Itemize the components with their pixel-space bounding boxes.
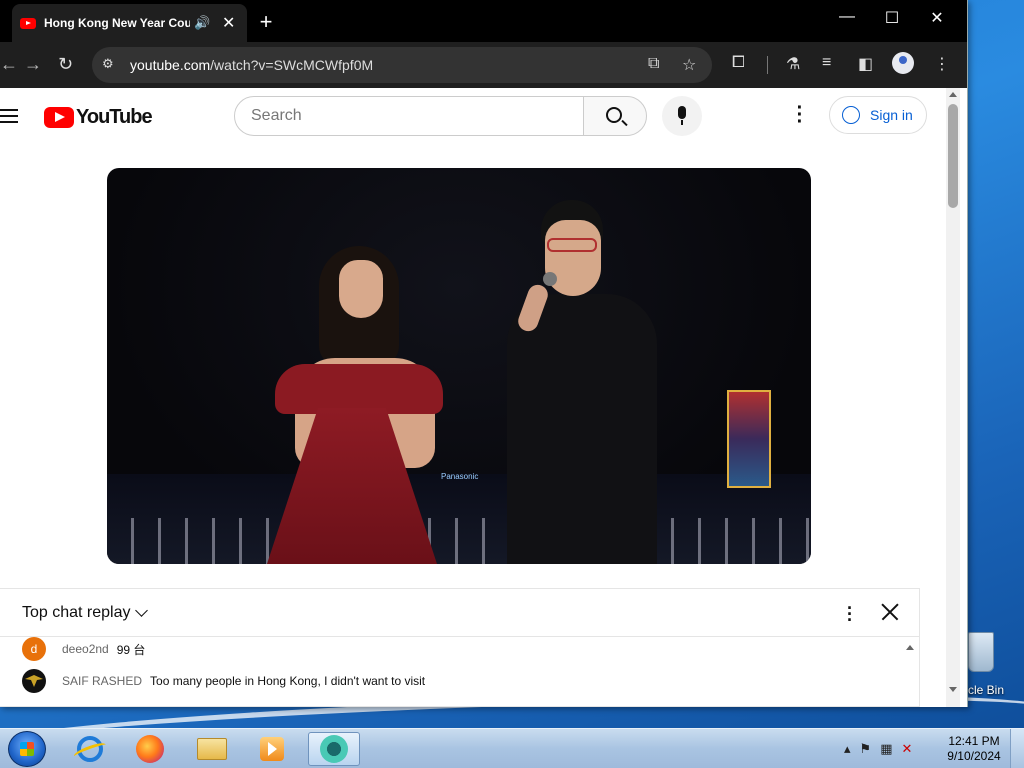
chat-more-icon[interactable]: · · · bbox=[846, 599, 854, 629]
settings-more-icon[interactable]: · · · bbox=[795, 98, 805, 132]
url-path: /watch?v=SWcMCWfpf0M bbox=[210, 57, 374, 73]
scroll-down-arrow-icon[interactable] bbox=[949, 687, 957, 692]
start-button[interactable] bbox=[8, 731, 46, 767]
chat-message: SAIF RASHED Too many people in Hong Kong… bbox=[22, 669, 425, 693]
video-railing bbox=[107, 518, 811, 564]
eagle-avatar-icon bbox=[25, 675, 43, 687]
back-arrow-icon[interactable]: ← bbox=[0, 54, 18, 75]
scrollbar-thumb[interactable] bbox=[948, 104, 958, 208]
install-app-icon[interactable]: ⧉ bbox=[648, 55, 659, 73]
media-player-icon bbox=[260, 737, 284, 761]
system-tray: ▴ ⚑ ▦ ✕ bbox=[844, 741, 912, 757]
chat-text: Too many people in Hong Kong, I didn't w… bbox=[150, 674, 426, 688]
youtube-play-icon bbox=[44, 107, 74, 128]
chat-header: Top chat replay · · · bbox=[0, 589, 920, 637]
youtube-wordmark: YouTube bbox=[76, 106, 153, 128]
network-icon[interactable]: ▦ bbox=[880, 741, 892, 757]
folder-icon bbox=[197, 738, 227, 760]
reload-icon[interactable]: ↻ bbox=[58, 54, 73, 75]
search-placeholder: Search bbox=[251, 107, 302, 124]
taskbar-clock[interactable]: 12:41 PM 9/10/2024 bbox=[944, 734, 1004, 764]
show-desktop-button[interactable] bbox=[1010, 729, 1024, 768]
address-bar[interactable]: ⚙ youtube.com/watch?v=SWcMCWfpf0M ⧉ ☆ bbox=[92, 47, 712, 83]
taskbar-file-explorer[interactable] bbox=[186, 732, 238, 766]
new-tab-button[interactable]: + bbox=[255, 9, 277, 35]
browser-window: Hong Kong New Year Coun 🔊 ✕ + — ☐ ✕ ← → … bbox=[0, 0, 968, 707]
windows-taskbar: ▴ ⚑ ▦ ✕ 12:41 PM 9/10/2024 bbox=[0, 728, 1024, 768]
tab-title: Hong Kong New Year Coun bbox=[44, 16, 190, 30]
browser-menu-icon[interactable]: ⋮ bbox=[934, 54, 950, 74]
scroll-up-arrow-icon[interactable] bbox=[949, 92, 957, 97]
minimize-button[interactable]: — bbox=[824, 8, 870, 26]
speaker-icon[interactable]: 🔊 bbox=[194, 15, 210, 31]
chevron-down-icon[interactable] bbox=[135, 604, 148, 617]
browser-toolbar: ← → ↻ ⚙ youtube.com/watch?v=SWcMCWfpf0M … bbox=[0, 42, 967, 88]
chat-author[interactable]: SAIF RASHED bbox=[62, 674, 142, 688]
clock-date: 9/10/2024 bbox=[947, 749, 1001, 763]
chat-avatar[interactable] bbox=[22, 669, 46, 693]
video-host-man-suit bbox=[507, 294, 657, 564]
chat-author[interactable]: deeo2nd bbox=[62, 642, 109, 656]
chat-mode-dropdown[interactable]: Top chat replay bbox=[22, 604, 131, 622]
forward-arrow-icon[interactable]: → bbox=[24, 54, 42, 75]
extensions-icon[interactable]: ⧠ bbox=[732, 54, 745, 72]
browser-tab-active[interactable]: Hong Kong New Year Coun 🔊 ✕ bbox=[12, 4, 247, 42]
video-microphone bbox=[543, 272, 557, 286]
maximize-button[interactable]: ☐ bbox=[869, 8, 915, 28]
url-host: youtube.com bbox=[130, 57, 211, 73]
tab-close-icon[interactable]: ✕ bbox=[222, 13, 235, 33]
chat-avatar[interactable]: d bbox=[22, 637, 46, 661]
side-panel-icon[interactable]: ◧ bbox=[858, 54, 873, 74]
internet-explorer-icon bbox=[77, 736, 103, 762]
recycle-bin-label: rcle Bin bbox=[964, 683, 1005, 697]
video-player[interactable]: Panasonic bbox=[107, 168, 811, 564]
chat-text: 99 台 bbox=[116, 642, 146, 657]
search-input[interactable]: Search bbox=[234, 96, 584, 136]
media-control-icon[interactable]: ≡ bbox=[822, 54, 831, 72]
bookmark-star-icon[interactable]: ☆ bbox=[682, 55, 696, 75]
video-host-woman-dress-top bbox=[275, 364, 443, 414]
profile-avatar-icon[interactable] bbox=[892, 52, 914, 74]
clock-time: 12:41 PM bbox=[948, 734, 1000, 748]
page-scrollbar[interactable] bbox=[946, 88, 960, 707]
hamburger-menu-icon[interactable] bbox=[0, 109, 18, 123]
site-info-icon[interactable]: ⚙ bbox=[102, 56, 118, 72]
recycle-bin-icon bbox=[968, 632, 994, 672]
voice-search-button[interactable] bbox=[662, 96, 702, 136]
search-icon bbox=[606, 107, 622, 123]
taskbar-internet-explorer[interactable] bbox=[64, 732, 116, 766]
browser-titlebar: Hong Kong New Year Coun 🔊 ✕ + — ☐ ✕ bbox=[0, 0, 967, 42]
search-button[interactable] bbox=[583, 96, 647, 136]
live-chat-panel: Top chat replay · · · d deeo2nd 99 台 SAIF … bbox=[0, 588, 920, 707]
taskbar-firefox[interactable] bbox=[124, 732, 176, 766]
labs-flask-icon[interactable]: ⚗ bbox=[786, 54, 800, 74]
video-host-man-glasses bbox=[547, 238, 597, 252]
browser-app-icon bbox=[320, 735, 348, 763]
microphone-icon bbox=[678, 106, 686, 125]
tray-expand-icon[interactable]: ▴ bbox=[844, 741, 851, 757]
video-lit-building bbox=[727, 390, 771, 488]
chat-close-icon[interactable] bbox=[878, 600, 902, 624]
chat-message: d deeo2nd 99 台 bbox=[22, 637, 145, 661]
youtube-favicon-icon bbox=[20, 17, 36, 29]
taskbar-media-player[interactable] bbox=[246, 732, 298, 766]
chat-scroll-up-icon[interactable] bbox=[906, 645, 914, 650]
youtube-logo[interactable]: YouTube bbox=[44, 106, 153, 129]
url-text[interactable]: youtube.com/watch?v=SWcMCWfpf0M bbox=[130, 57, 373, 73]
sign-in-button[interactable]: Sign in bbox=[829, 96, 927, 134]
volume-muted-icon[interactable]: ✕ bbox=[901, 741, 912, 757]
youtube-page: YouTube Search · · · Sign in Panasonic T… bbox=[0, 88, 946, 707]
close-window-button[interactable]: ✕ bbox=[914, 8, 960, 28]
action-center-flag-icon[interactable]: ⚑ bbox=[860, 741, 872, 757]
video-host-woman-face bbox=[339, 260, 383, 318]
toolbar-divider bbox=[767, 56, 768, 74]
sign-in-label: Sign in bbox=[870, 107, 913, 123]
firefox-icon bbox=[136, 735, 164, 763]
video-sign-text: Panasonic bbox=[441, 472, 479, 481]
taskbar-browser[interactable] bbox=[308, 732, 360, 766]
account-circle-icon bbox=[842, 106, 860, 124]
